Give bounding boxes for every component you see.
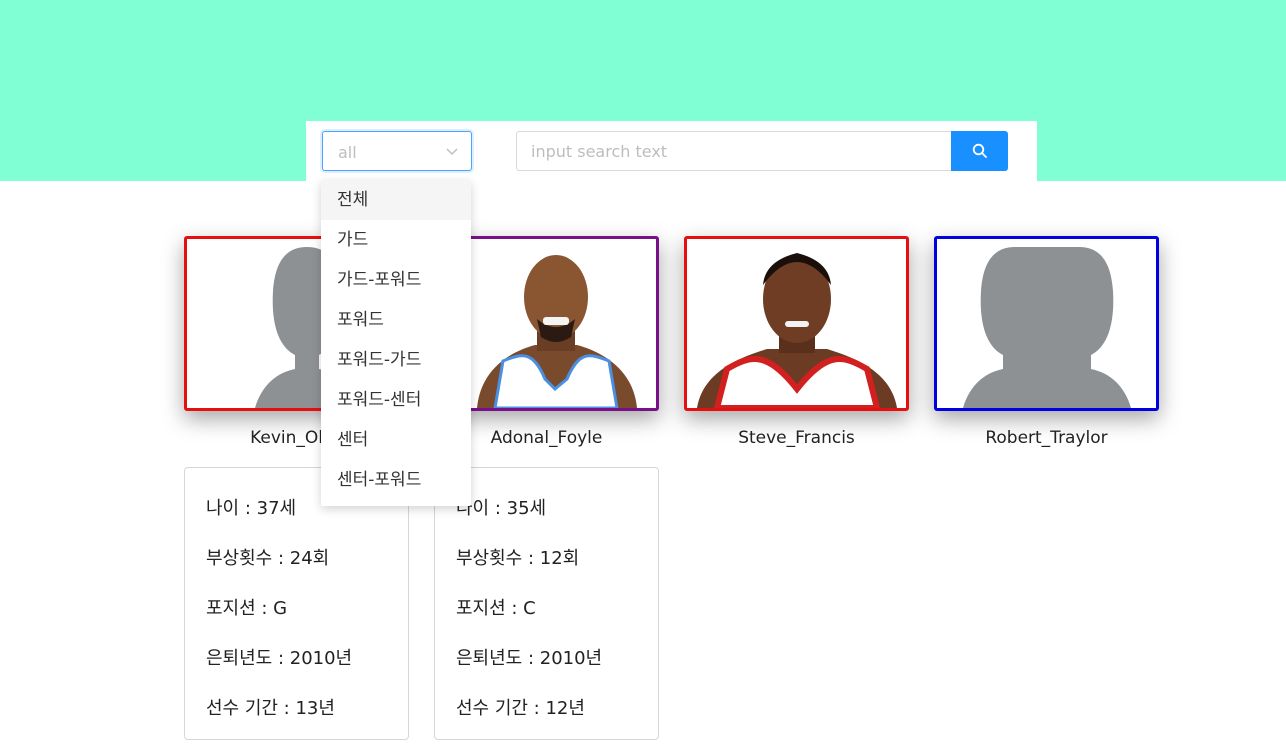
search-icon	[972, 143, 987, 158]
info-position: 포지션 : G	[206, 598, 288, 619]
position-dropdown-menu: 전체 가드 가드-포워드 포워드 포워드-가드 포워드-센터 센터 센터-포워드	[321, 180, 471, 506]
player-card-robert-traylor[interactable]	[934, 236, 1159, 411]
player-name: Robert_Traylor	[985, 428, 1108, 448]
info-retired: 은퇴년도 : 2010년	[456, 648, 603, 669]
info-retired: 은퇴년도 : 2010년	[206, 648, 353, 669]
dropdown-option-forward[interactable]: 포워드	[321, 300, 471, 340]
dropdown-option-guard[interactable]: 가드	[321, 220, 471, 260]
chevron-down-icon	[446, 148, 458, 156]
player-info-panel: 나이 : 37세 부상횟수 : 24회 포지션 : G 은퇴년도 : 2010년…	[184, 467, 409, 740]
player-name: Steve_Francis	[738, 428, 855, 448]
dropdown-option-center[interactable]: 센터	[321, 420, 471, 460]
dropdown-option-forward-center[interactable]: 포워드-센터	[321, 380, 471, 420]
info-career: 선수 기간 : 13년	[206, 698, 335, 719]
select-value: all	[338, 143, 357, 162]
player-card-steve-francis[interactable]	[684, 236, 909, 411]
search-input[interactable]	[516, 131, 952, 171]
position-select[interactable]: all	[322, 131, 472, 171]
player-info-panel: 나이 : 35세 부상횟수 : 12회 포지션 : C 은퇴년도 : 2010년…	[434, 467, 659, 740]
dropdown-option-forward-guard[interactable]: 포워드-가드	[321, 340, 471, 380]
info-injuries: 부상횟수 : 12회	[456, 548, 580, 569]
info-position: 포지션 : C	[456, 598, 536, 619]
player-photo	[687, 239, 906, 408]
dropdown-option-center-forward[interactable]: 센터-포워드	[321, 460, 471, 500]
info-injuries: 부상횟수 : 24회	[206, 548, 330, 569]
info-career: 선수 기간 : 12년	[456, 698, 585, 719]
search-button[interactable]	[951, 131, 1008, 171]
dropdown-option-all[interactable]: 전체	[321, 180, 471, 220]
player-silhouette	[963, 247, 1131, 408]
info-age: 나이 : 37세	[206, 498, 297, 519]
dropdown-option-guard-forward[interactable]: 가드-포워드	[321, 260, 471, 300]
